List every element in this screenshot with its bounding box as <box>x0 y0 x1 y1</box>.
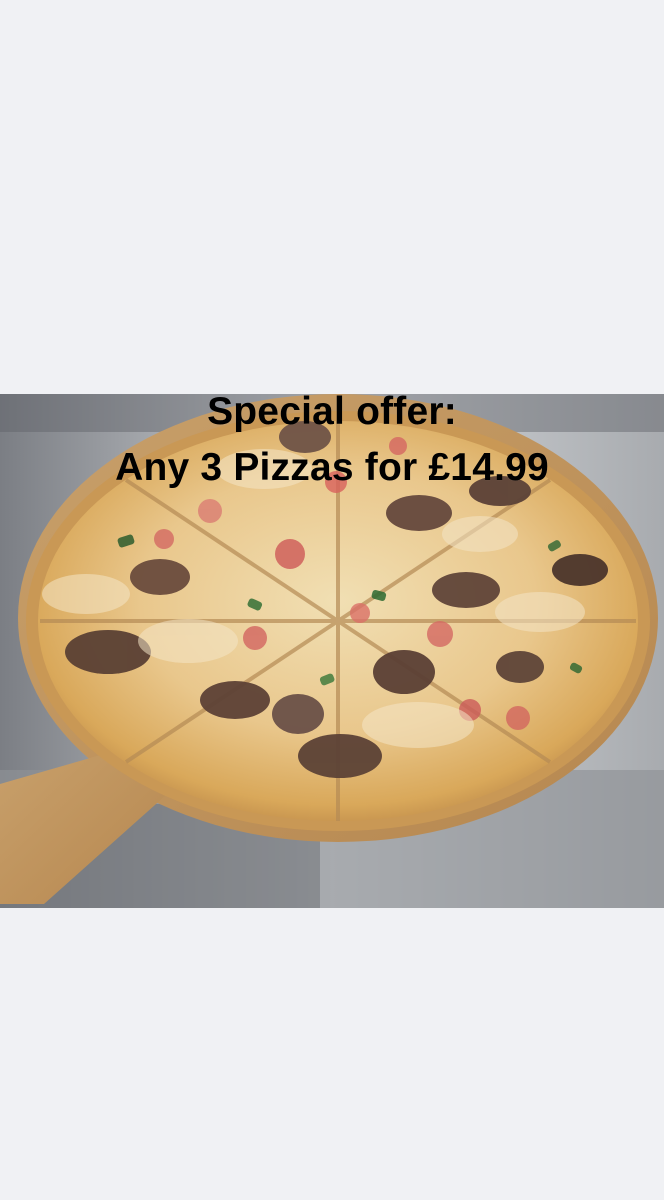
offer-headline: Special offer: <box>207 390 457 433</box>
offer-description: Any 3 Pizzas for £14.99 <box>115 446 549 489</box>
promo-page: Special offer: Any 3 Pizzas for £14.99 <box>0 0 664 1200</box>
